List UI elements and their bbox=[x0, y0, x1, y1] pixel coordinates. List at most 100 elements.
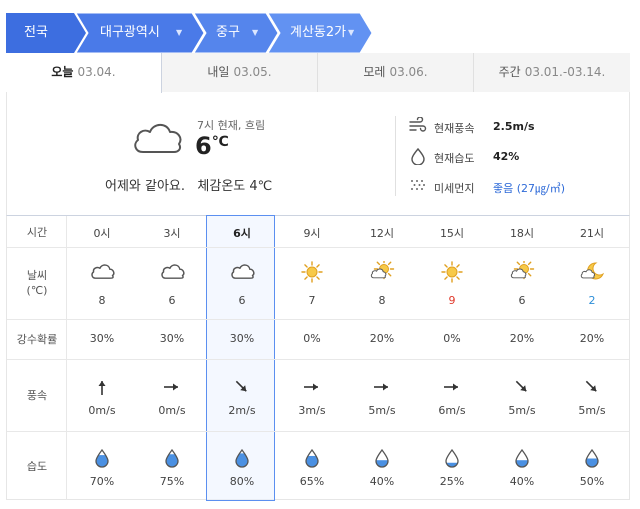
wind-speed: 5m/s bbox=[368, 404, 396, 417]
breadcrumb-label: 전국 bbox=[24, 25, 48, 40]
hour-temperature: 8 bbox=[378, 294, 386, 307]
feels-like-comment: 어제와 같아요. 체감온도 4℃ bbox=[105, 179, 273, 194]
row-divider bbox=[7, 247, 629, 248]
chevron-down-icon: ▼ bbox=[176, 28, 183, 37]
humidity-drop-icon bbox=[445, 448, 459, 468]
sun-cloud-icon bbox=[370, 258, 395, 280]
hour-temperature: 9 bbox=[448, 294, 456, 307]
humidity-drop-cell bbox=[67, 447, 137, 472]
hourly-forecast-table: 시간 날씨 (℃) 강수확률 풍속 습도 0시 8 30% 0m/s 70% 3시 6 30% 0m/s… bbox=[6, 215, 630, 501]
wind-speed: 2m/s bbox=[228, 404, 256, 417]
humidity-value: 70% bbox=[89, 475, 115, 488]
current-temp-unit: ℃ bbox=[211, 134, 229, 150]
hour-label: 18시 bbox=[509, 227, 535, 240]
wind-direction-arrow-icon bbox=[164, 383, 178, 391]
breadcrumb-label: 중구 bbox=[216, 25, 240, 40]
humidity-drop-cell bbox=[417, 447, 487, 472]
sun-cloud-icon bbox=[510, 258, 535, 280]
wind-speed: 5m/s bbox=[508, 404, 536, 417]
wind-direction-arrow-icon bbox=[444, 383, 458, 391]
breadcrumb-item-1[interactable]: 대구광역시 ▼ bbox=[76, 13, 204, 53]
fine-dust-value: 좋음 (27㎍/㎥) bbox=[493, 182, 566, 195]
wind-speed: 6m/s bbox=[438, 404, 466, 417]
tab-date: 03.05. bbox=[233, 65, 272, 79]
humidity-drop-cell bbox=[137, 447, 207, 472]
tab-1[interactable]: 내일 03.05. bbox=[162, 53, 318, 92]
humidity-drop-icon bbox=[409, 147, 427, 168]
tab-label: 모레 bbox=[363, 65, 386, 79]
hour-temperature: 6 bbox=[168, 294, 176, 307]
wind-arrow-cell bbox=[67, 377, 137, 400]
breadcrumb-label: 계산동2가 bbox=[290, 25, 347, 40]
wind-arrow-cell bbox=[347, 377, 417, 400]
hour-temperature: 2 bbox=[588, 294, 596, 307]
humidity-drop-icon bbox=[95, 448, 109, 468]
current-status-label: 7시 현재, 흐림 bbox=[197, 119, 266, 132]
wind-direction-arrow-icon bbox=[304, 383, 318, 391]
precip-probability: 30% bbox=[89, 332, 115, 345]
breadcrumb-item-2[interactable]: 중구 ▼ bbox=[194, 13, 278, 53]
wind-direction-arrow-icon bbox=[374, 383, 388, 391]
tab-3[interactable]: 주간 03.01.-03.14. bbox=[474, 53, 630, 92]
breadcrumb-item-0[interactable]: 전국 bbox=[6, 13, 86, 53]
tab-2[interactable]: 모레 03.06. bbox=[318, 53, 474, 92]
humidity-drop-cell bbox=[557, 447, 627, 472]
tab-date: 03.04. bbox=[77, 65, 116, 79]
hour-temperature: 6 bbox=[238, 294, 246, 307]
chevron-down-icon: ▼ bbox=[348, 28, 355, 37]
humidity-drop-icon bbox=[515, 448, 529, 468]
precip-probability: 20% bbox=[509, 332, 535, 345]
wind-speed: 3m/s bbox=[298, 404, 326, 417]
wind-arrow-cell bbox=[557, 377, 627, 400]
tab-label: 오늘 bbox=[51, 65, 74, 79]
weather-icon-cell bbox=[487, 258, 557, 286]
moon-cloud-icon bbox=[580, 262, 605, 280]
sun-icon bbox=[301, 261, 323, 283]
precip-probability: 30% bbox=[159, 332, 185, 345]
sun-icon bbox=[441, 261, 463, 283]
row-divider bbox=[7, 431, 629, 432]
tab-label: 내일 bbox=[207, 65, 230, 79]
humidity-drop-cell bbox=[277, 447, 347, 472]
tab-0[interactable]: 오늘 03.04. bbox=[6, 53, 162, 93]
current-temp-value: 6 bbox=[195, 132, 212, 160]
cloud-icon bbox=[131, 118, 185, 160]
day-tabs: 오늘 03.04. 내일 03.05. 모레 03.06. 주간 03.01.-03.14. bbox=[6, 53, 630, 93]
tab-label: 주간 bbox=[498, 65, 521, 79]
dust-icon bbox=[409, 177, 427, 196]
humidity-value: 80% bbox=[229, 475, 255, 488]
hour-label: 9시 bbox=[303, 227, 321, 240]
cloud-icon bbox=[161, 264, 185, 279]
hour-temperature: 7 bbox=[308, 294, 316, 307]
wind-arrow-cell bbox=[277, 377, 347, 400]
humidity-drop-icon bbox=[585, 448, 599, 468]
fine-dust-label: 미세먼지 bbox=[434, 182, 475, 195]
cloud-icon bbox=[231, 264, 255, 279]
breadcrumb-item-3[interactable]: 계산동2가 ▼ bbox=[268, 13, 372, 53]
row-label-time: 시간 bbox=[26, 226, 48, 239]
precip-probability: 0% bbox=[303, 332, 321, 345]
precip-probability: 20% bbox=[579, 332, 605, 345]
wind-speed: 5m/s bbox=[578, 404, 606, 417]
hour-label: 6시 bbox=[233, 227, 251, 240]
current-temperature: 6℃ bbox=[195, 132, 229, 160]
breadcrumb-label: 대구광역시 bbox=[100, 25, 160, 40]
wind-speed-label: 현재풍속 bbox=[434, 122, 475, 135]
weather-icon-cell bbox=[137, 261, 207, 286]
humidity-value: 65% bbox=[299, 475, 325, 488]
tab-date: 03.06. bbox=[389, 65, 428, 79]
cloud-icon bbox=[91, 264, 115, 279]
weather-icon-cell bbox=[417, 261, 487, 286]
wind-arrow-cell bbox=[207, 377, 277, 400]
humidity-value: 42% bbox=[493, 150, 520, 163]
hour-label: 21시 bbox=[579, 227, 605, 240]
hour-temperature: 8 bbox=[98, 294, 106, 307]
wind-icon bbox=[409, 116, 427, 136]
weather-icon-cell bbox=[277, 261, 347, 286]
summary-divider bbox=[395, 116, 396, 196]
row-label-weather: 날씨 (℃) bbox=[26, 269, 48, 297]
humidity-drop-icon bbox=[305, 448, 319, 468]
hour-temperature: 6 bbox=[518, 294, 526, 307]
wind-direction-arrow-icon bbox=[585, 380, 597, 392]
weather-icon-cell bbox=[347, 258, 417, 286]
